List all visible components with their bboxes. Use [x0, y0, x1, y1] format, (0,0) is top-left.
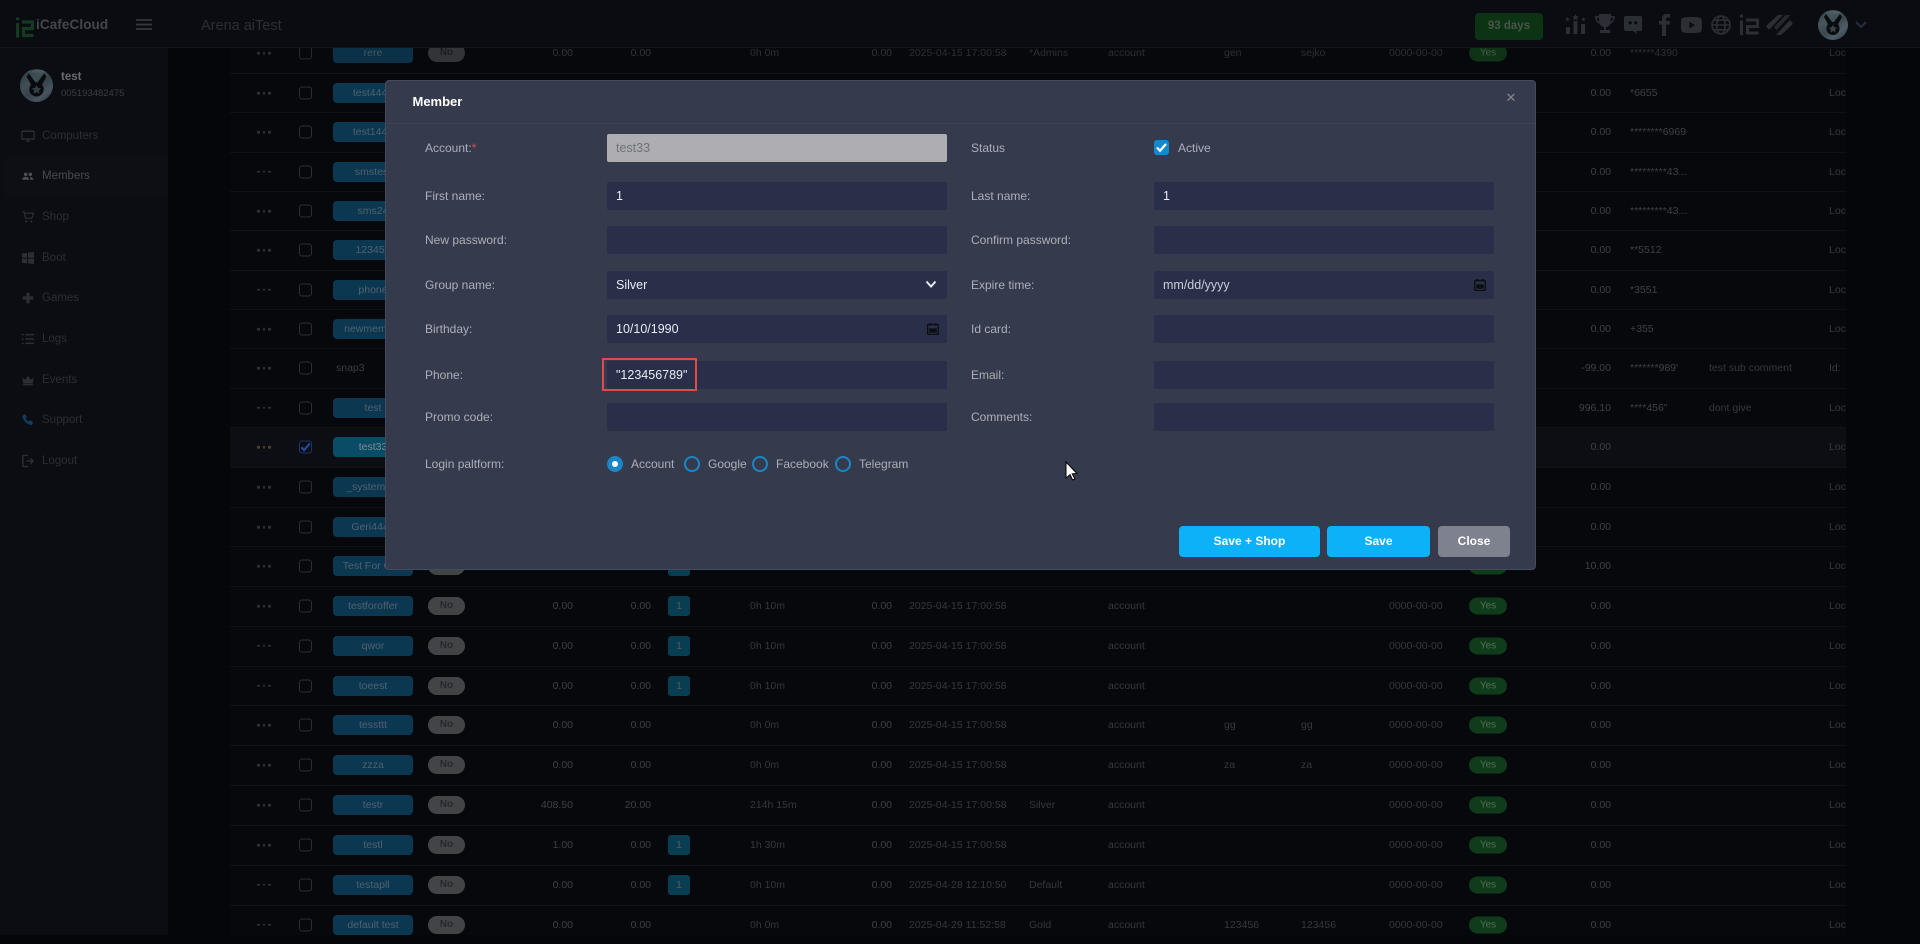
svg-text:PLATINUM: PLATINUM [28, 70, 45, 74]
svg-text:PLATINUM: PLATINUM [1826, 10, 1841, 14]
